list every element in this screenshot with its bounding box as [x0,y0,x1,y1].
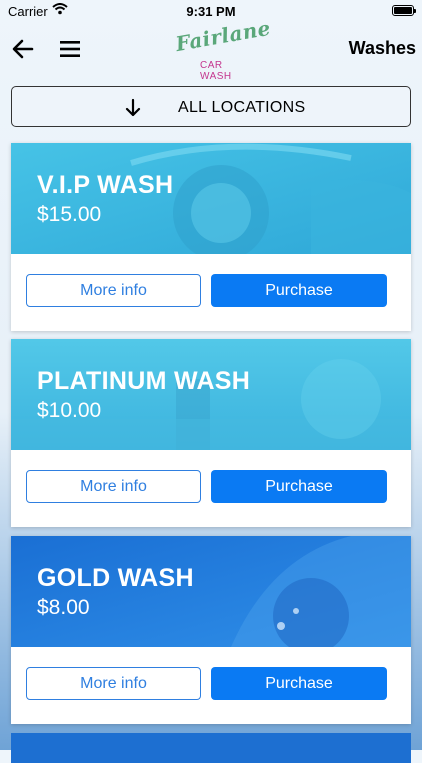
wash-card-vip: V.I.P WASH $15.00 More info Purchase [11,143,411,331]
back-arrow-icon[interactable] [10,36,36,62]
more-info-button[interactable]: More info [26,667,201,700]
logo-subtitle: CAR WASH [200,60,232,82]
more-info-button[interactable]: More info [26,470,201,503]
purchase-button[interactable]: Purchase [211,470,387,503]
wash-image: V.I.P WASH $15.00 [11,143,411,254]
status-bar: Carrier 9:31 PM [0,0,422,22]
wash-image: GOLD WASH $8.00 [11,536,411,647]
app-logo: Fairlane CAR WASH [170,16,273,82]
purchase-button[interactable]: Purchase [211,667,387,700]
nav-bar: Fairlane CAR WASH Washes [0,16,422,82]
arrow-down-icon [125,98,141,117]
clock: 9:31 PM [186,4,236,19]
purchase-button[interactable]: Purchase [211,274,387,307]
wash-name: GOLD WASH [37,564,194,592]
battery-icon [392,5,416,16]
more-info-button[interactable]: More info [26,274,201,307]
wash-name: V.I.P WASH [37,171,174,199]
wash-name: PLATINUM WASH [37,367,251,395]
page-title: Washes [348,38,416,58]
wash-card-gold: GOLD WASH $8.00 More info Purchase [11,536,411,724]
wash-card-next [11,733,411,763]
hamburger-menu-icon[interactable] [58,38,82,60]
location-selector-button[interactable]: ALL LOCATIONS [11,86,411,127]
wash-price: $10.00 [37,399,102,422]
wash-image: PLATINUM WASH $10.00 [11,339,411,450]
wash-price: $15.00 [37,203,102,226]
wash-card-platinum: PLATINUM WASH $10.00 More info Purchase [11,339,411,527]
wash-price: $8.00 [37,596,90,619]
location-label: ALL LOCATIONS [178,99,306,116]
